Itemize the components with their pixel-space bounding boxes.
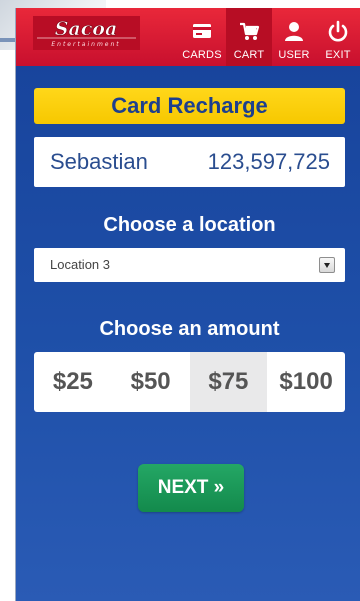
sacoa-logo: Sacoa Entertainment	[33, 16, 140, 50]
account-number: 123,597,725	[207, 149, 330, 174]
nav-exit-label: EXIT	[325, 49, 351, 61]
location-select-value: Location 3	[50, 257, 110, 272]
power-icon	[328, 20, 348, 42]
nav-user[interactable]: USER	[272, 8, 316, 66]
page-title: Card Recharge	[34, 88, 345, 124]
next-button[interactable]: NEXT »	[138, 464, 244, 512]
nav-cards-label: CARDS	[182, 49, 222, 61]
nav-user-label: USER	[278, 49, 310, 61]
account-summary: Sebastian 123,597,725	[34, 137, 345, 187]
nav-exit[interactable]: EXIT	[316, 8, 360, 66]
user-icon	[285, 22, 303, 41]
amount-option-75[interactable]: $75	[189, 352, 268, 412]
nav-cart-label: CART	[233, 49, 265, 61]
amount-option-50[interactable]: $50	[112, 352, 190, 412]
logo-text: Sacoa	[55, 18, 118, 40]
location-label: Choose a location	[103, 214, 276, 236]
amount-label: Choose an amount	[99, 318, 280, 340]
account-name: Sebastian	[50, 149, 148, 174]
nav-cart[interactable]: CART	[226, 8, 272, 66]
card-icon	[193, 24, 211, 38]
location-select[interactable]: Location 3	[34, 248, 345, 282]
cart-icon	[240, 22, 260, 40]
amount-option-25[interactable]: $25	[34, 352, 112, 412]
nav-cards[interactable]: CARDS	[178, 8, 226, 66]
logo-subtext: Entertainment	[51, 41, 120, 48]
amount-option-100[interactable]: $100	[267, 352, 345, 412]
app-window: Sacoa Entertainment CARDS CART USER EXIT…	[15, 8, 360, 601]
top-header: Sacoa Entertainment CARDS CART USER EXIT	[16, 8, 360, 66]
chevron-down-icon[interactable]	[319, 257, 335, 273]
amount-selector: $25 $50 $75 $100	[34, 352, 345, 412]
